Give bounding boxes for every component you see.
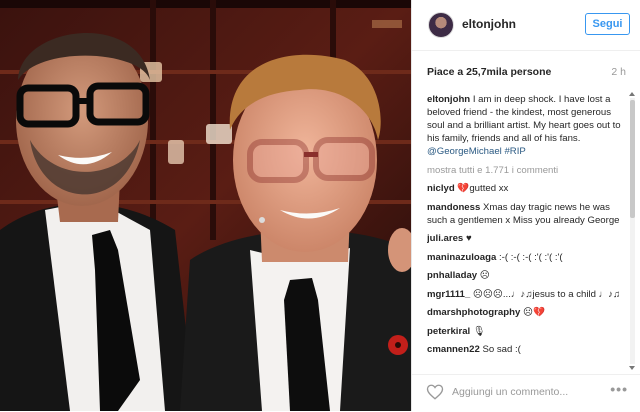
- comment-username[interactable]: mgr1111_: [427, 289, 470, 300]
- comment-username[interactable]: niclyd: [427, 183, 455, 194]
- comment-text: 💔gutted xx: [457, 183, 509, 194]
- comment-item: cmannen22 So sad :(: [427, 343, 627, 356]
- comment-username[interactable]: cmannen22: [427, 344, 480, 355]
- comment-text: ☹☹☹...♩♪♫jesus to a child ♩♪♫: [472, 288, 621, 300]
- comment-text: 🎙: [472, 325, 486, 337]
- follow-button[interactable]: Segui: [585, 13, 630, 35]
- caption-tags[interactable]: @GeorgeMichael #RIP: [427, 146, 526, 157]
- post-photo[interactable]: [0, 0, 411, 411]
- show-all-comments-link[interactable]: mostra tutti e 1.771 i commenti: [427, 164, 627, 177]
- instagram-post-window: eltonjohn Segui Piace a 25,7mila persone…: [0, 0, 640, 411]
- comment-item: dmarshphotography ☹💔: [427, 306, 627, 319]
- comment-username[interactable]: peterkiral: [427, 326, 470, 337]
- comment-item: mgr1111_ ☹☹☹...♩♪♫jesus to a child ♩♪♫: [427, 288, 627, 301]
- post-username[interactable]: eltonjohn: [462, 17, 516, 31]
- scroll-thumb[interactable]: [630, 100, 635, 218]
- comment-username[interactable]: maninazuloaga: [427, 252, 496, 263]
- comment-item: mandoness Xmas day tragic news he was su…: [427, 201, 627, 227]
- comment-username[interactable]: mandoness: [427, 202, 480, 213]
- scroll-up-arrow-icon[interactable]: [629, 92, 635, 96]
- post-side-panel: eltonjohn Segui Piace a 25,7mila persone…: [411, 0, 640, 411]
- comment-username[interactable]: dmarshphotography: [427, 307, 520, 318]
- post-header: eltonjohn Segui: [412, 0, 640, 51]
- add-comment-input[interactable]: Aggiungi un commento...: [452, 386, 568, 398]
- comment-username[interactable]: pnhalladay: [427, 270, 477, 281]
- comment-text: ☹: [479, 270, 490, 281]
- caption: eltonjohn I am in deep shock. I have los…: [427, 93, 627, 158]
- comment-text: ☹💔: [522, 307, 545, 318]
- comments-scrollbar[interactable]: [629, 92, 636, 370]
- caption-username[interactable]: eltonjohn: [427, 94, 470, 105]
- comment-item: maninazuloaga :-( :-( :-( :'( :'( :'(: [427, 251, 627, 264]
- comment-item: peterkiral 🎙: [427, 325, 627, 338]
- heart-icon[interactable]: [426, 383, 444, 401]
- avatar[interactable]: [428, 12, 454, 38]
- comment-text: So sad :(: [482, 344, 521, 355]
- comment-item: juli.ares ♥: [427, 232, 627, 245]
- comment-item: pnhalladay ☹: [427, 269, 627, 282]
- post-timestamp: 2 h: [611, 66, 626, 78]
- comment-text: :-( :-( :-( :'( :'( :'(: [498, 251, 563, 263]
- comment-item: niclyd 💔gutted xx: [427, 182, 627, 195]
- comment-username[interactable]: juli.ares: [427, 233, 463, 244]
- comment-text: ♥: [465, 233, 472, 244]
- post-photo-image: [0, 0, 411, 411]
- post-footer: Aggiungi un commento... •••: [412, 374, 640, 412]
- ellipsis-icon[interactable]: •••: [610, 381, 628, 397]
- likes-count[interactable]: Piace a 25,7mila persone: [427, 66, 551, 78]
- comments-list: eltonjohn I am in deep shock. I have los…: [427, 93, 627, 373]
- scroll-down-arrow-icon[interactable]: [629, 366, 635, 370]
